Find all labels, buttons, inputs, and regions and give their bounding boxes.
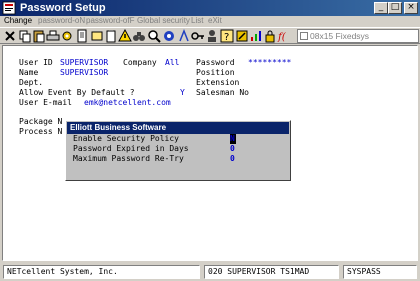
allow-event-label: Allow Event By Default ? — [19, 88, 135, 97]
print-icon[interactable] — [46, 29, 60, 43]
company-value[interactable]: All — [165, 58, 179, 67]
menu-exit[interactable]: eXit — [208, 16, 222, 25]
status-bar: NETcellent System, Inc. 020 SUPERVISOR T… — [0, 263, 420, 281]
clipboard-icon[interactable] — [104, 29, 118, 43]
menu-list[interactable]: List — [191, 16, 203, 25]
company-label: Company — [123, 58, 157, 67]
process-label: Process N — [19, 127, 63, 136]
menu-bar: Change password-oN password-ofF Global s… — [0, 16, 420, 27]
extension-label: Extension — [196, 78, 240, 87]
enable-security-policy-value[interactable]: N — [230, 134, 235, 143]
password-label: Password — [196, 58, 235, 67]
dept-label: Dept. — [19, 78, 44, 87]
position-label: Position — [196, 68, 235, 77]
copy-icon[interactable] — [18, 29, 32, 43]
status-info: 020 SUPERVISOR TS1MAD — [204, 265, 339, 279]
magnify-icon[interactable] — [147, 29, 161, 43]
user-id-value[interactable]: SUPERVISOR — [60, 58, 108, 67]
settings-gear-icon[interactable] — [60, 29, 74, 43]
password-expired-days-value[interactable]: 0 — [230, 144, 235, 153]
title-bar: Password Setup _ □ × — [0, 0, 420, 16]
key-icon[interactable] — [191, 29, 205, 43]
dialog-row-label: Password Expired in Days — [73, 144, 189, 153]
user-id-label: User ID — [19, 58, 53, 67]
name-label: Name — [19, 68, 39, 77]
name-value[interactable]: SUPERVISOR — [60, 68, 108, 77]
toolbar: ? f( 08x15 Fixedsys — [0, 27, 420, 44]
chart-icon[interactable] — [249, 29, 263, 43]
help-question-icon[interactable]: ? — [220, 29, 234, 43]
status-program: SYSPASS — [343, 265, 417, 279]
password-setup-window: Password Setup _ □ × Change password-oN … — [0, 0, 420, 281]
function-icon[interactable]: f( — [277, 29, 291, 43]
binoculars-icon[interactable] — [132, 29, 146, 43]
app-icon — [2, 1, 16, 15]
close-x-icon[interactable] — [3, 29, 17, 43]
gear-icon[interactable] — [162, 29, 176, 43]
status-company: NETcellent System, Inc. — [3, 265, 200, 279]
font-select[interactable]: 08x15 Fixedsys — [297, 29, 419, 43]
svg-text:?: ? — [224, 32, 229, 43]
menu-global-security[interactable]: Global security — [137, 16, 190, 25]
user-icon[interactable] — [205, 29, 219, 43]
minimize-button[interactable]: _ — [374, 2, 388, 14]
dialog-row-label: Maximum Password Re-Try — [73, 154, 184, 163]
email-label: User E-mail — [19, 98, 72, 107]
password-value[interactable]: ********* — [248, 58, 291, 67]
max-password-retry-value[interactable]: 0 — [230, 154, 235, 163]
security-policy-dialog: Elliott Business Software Enable Securit… — [65, 120, 291, 181]
svg-text:f(: f( — [277, 32, 287, 43]
maximize-button[interactable]: □ — [388, 2, 402, 14]
dialog-row-label: Enable Security Policy — [73, 134, 179, 143]
paste-icon[interactable] — [32, 29, 46, 43]
lock-icon[interactable] — [263, 29, 277, 43]
menu-password-on[interactable]: password-oN — [38, 16, 85, 25]
compass-icon[interactable] — [177, 29, 191, 43]
window-title: Password Setup — [20, 2, 106, 14]
menu-change[interactable]: Change — [4, 16, 32, 25]
document-icon[interactable] — [75, 29, 89, 43]
dialog-title: Elliott Business Software — [67, 122, 289, 134]
email-value[interactable]: emk@netcellent.com — [84, 98, 171, 107]
folder-icon[interactable] — [90, 29, 104, 43]
close-button[interactable]: × — [404, 2, 418, 14]
menu-password-off[interactable]: password-ofF — [86, 16, 134, 25]
font-icon — [300, 32, 308, 40]
warning-icon[interactable] — [118, 29, 132, 43]
tools-icon[interactable] — [235, 29, 249, 43]
package-label: Package N — [19, 117, 63, 126]
allow-event-value[interactable]: Y — [180, 88, 185, 97]
salesman-label: Salesman No — [196, 88, 249, 97]
